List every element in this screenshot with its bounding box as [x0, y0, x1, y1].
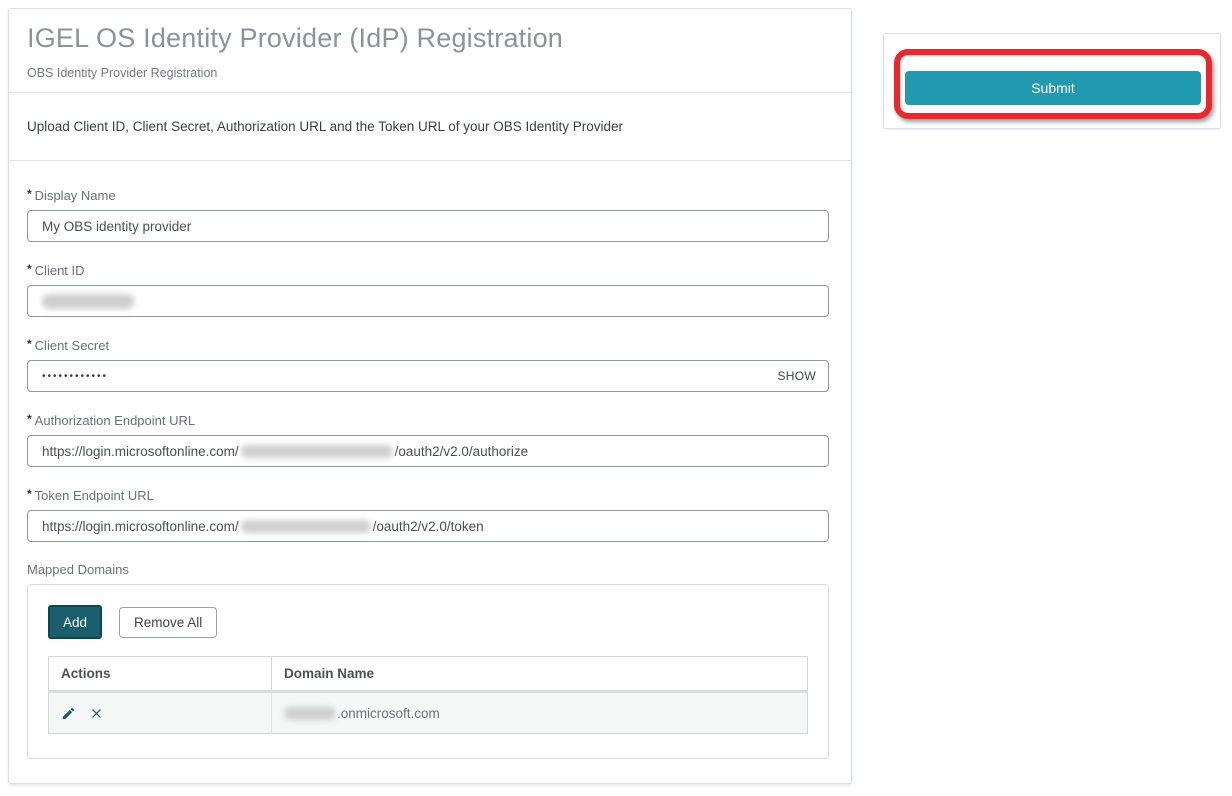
required-marker: *: [27, 337, 32, 351]
edit-domain-button[interactable]: [61, 706, 76, 721]
domains-toolbar: Add Remove All: [48, 605, 808, 639]
display-name-value: My OBS identity provider: [42, 219, 191, 234]
domain-name-suffix: .onmicrosoft.com: [337, 706, 440, 721]
client-secret-input[interactable]: •••••••••••• SHOW: [27, 360, 829, 392]
authorization-url-label: *Authorization Endpoint URL: [27, 412, 829, 428]
token-url-input[interactable]: https://login.microsoftonline.com/ /oauth…: [27, 510, 829, 542]
client-id-label: *Client ID: [27, 262, 829, 278]
delete-domain-button[interactable]: [89, 706, 104, 721]
authorization-url-prefix: https://login.microsoftonline.com/: [42, 444, 239, 459]
client-id-input[interactable]: [27, 285, 829, 317]
domain-name-cell: .onmicrosoft.com: [272, 692, 808, 734]
submit-button[interactable]: Submit: [905, 71, 1201, 105]
page: IGEL OS Identity Provider (IdP) Registra…: [0, 0, 1232, 796]
pencil-icon: [61, 709, 76, 724]
field-token-url: *Token Endpoint URL https://login.micros…: [27, 487, 829, 542]
field-client-id: *Client ID: [27, 262, 829, 317]
registration-form: *Display Name My OBS identity provider *…: [9, 161, 851, 759]
required-marker: *: [27, 187, 32, 201]
remove-all-button[interactable]: Remove All: [119, 607, 217, 638]
mapped-domains-panel: Add Remove All Actions Domain Name: [27, 584, 829, 759]
field-authorization-url: *Authorization Endpoint URL https://logi…: [27, 412, 829, 467]
display-name-label: *Display Name: [27, 187, 829, 203]
page-subtitle: OBS Identity Provider Registration: [27, 66, 829, 80]
mapped-domains-table: Actions Domain Name: [48, 656, 808, 734]
idp-registration-card: IGEL OS Identity Provider (IdP) Registra…: [8, 8, 852, 784]
field-client-secret: *Client Secret •••••••••••• SHOW: [27, 337, 829, 392]
mapped-domains-label: Mapped Domains: [27, 562, 829, 577]
redacted-tenant-id: [241, 520, 371, 533]
column-header-actions: Actions: [49, 657, 272, 692]
column-header-domain-name: Domain Name: [272, 657, 808, 692]
redacted-tenant-id: [241, 445, 393, 458]
page-title: IGEL OS Identity Provider (IdP) Registra…: [27, 23, 829, 54]
required-marker: *: [27, 262, 32, 276]
table-row: .onmicrosoft.com: [49, 692, 808, 734]
authorization-url-suffix: /oauth2/v2.0/authorize: [395, 444, 529, 459]
field-display-name: *Display Name My OBS identity provider: [27, 187, 829, 242]
x-icon: [89, 709, 104, 724]
client-secret-label: *Client Secret: [27, 337, 829, 353]
submit-card: Submit: [883, 33, 1221, 129]
show-secret-button[interactable]: SHOW: [777, 361, 816, 391]
table-header-row: Actions Domain Name: [49, 657, 808, 692]
redacted-domain-prefix: [284, 707, 336, 720]
actions-cell: [49, 692, 272, 734]
card-header: IGEL OS Identity Provider (IdP) Registra…: [9, 9, 851, 93]
token-url-suffix: /oauth2/v2.0/token: [373, 519, 484, 534]
token-url-prefix: https://login.microsoftonline.com/: [42, 519, 239, 534]
display-name-input[interactable]: My OBS identity provider: [27, 210, 829, 242]
add-domain-button[interactable]: Add: [48, 605, 102, 639]
authorization-url-input[interactable]: https://login.microsoftonline.com/ /oauth…: [27, 435, 829, 467]
description-text: Upload Client ID, Client Secret, Authori…: [9, 93, 851, 161]
token-url-label: *Token Endpoint URL: [27, 487, 829, 503]
required-marker: *: [27, 412, 32, 426]
required-marker: *: [27, 487, 32, 501]
client-secret-masked-value: ••••••••••••: [42, 371, 108, 382]
redacted-client-id-value: [42, 294, 134, 309]
